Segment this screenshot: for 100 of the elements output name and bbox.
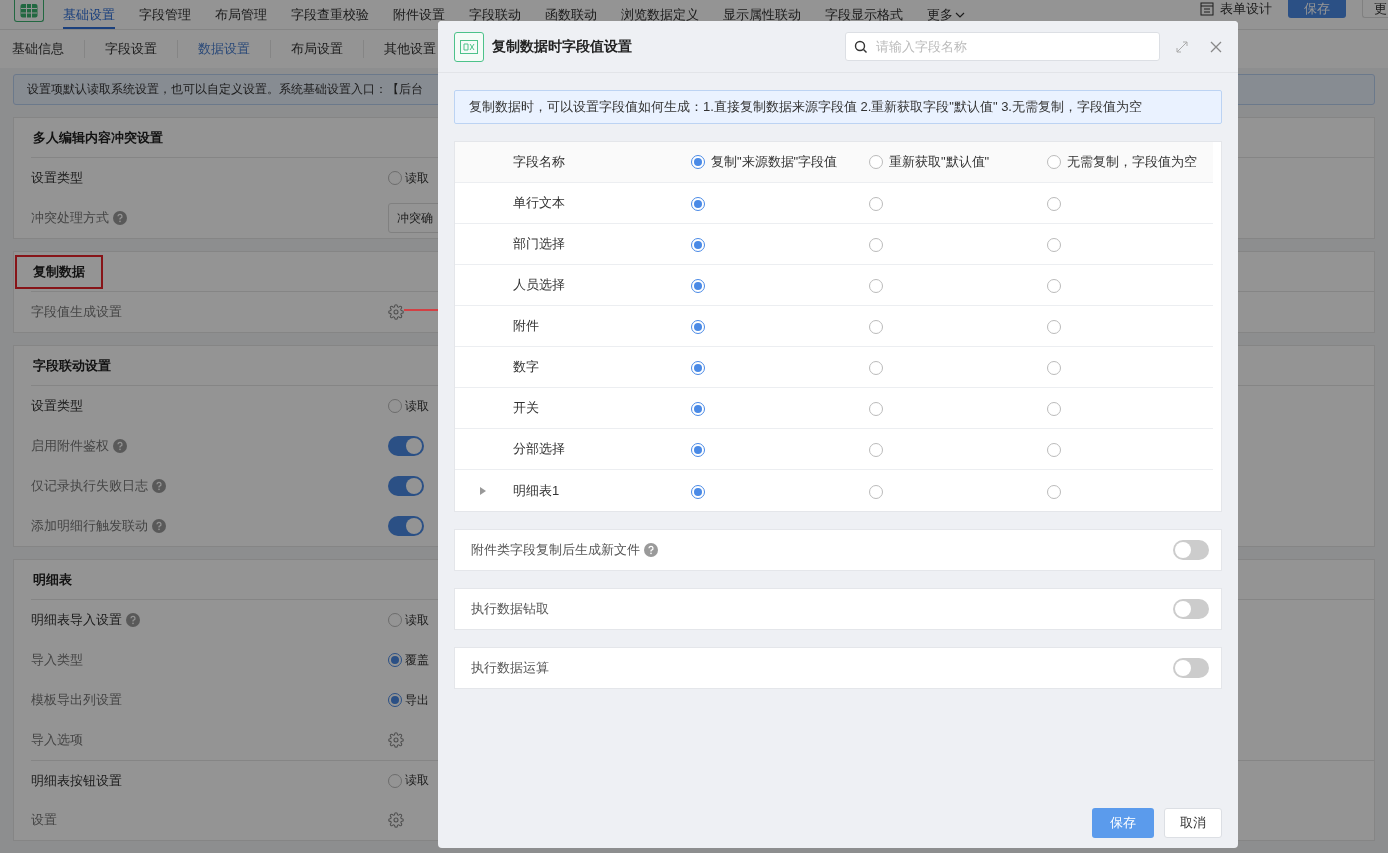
radio-button[interactable] [691, 443, 705, 457]
radio-button[interactable] [1047, 197, 1061, 211]
radio-button[interactable] [388, 693, 402, 707]
form-icon [1200, 2, 1214, 16]
radio-label: 读取 [405, 772, 429, 789]
radio-button[interactable] [869, 361, 883, 375]
chevron-down-icon [955, 11, 965, 19]
toggle-switch[interactable] [388, 476, 424, 496]
setting-label: 明细表导入设置 [31, 611, 122, 629]
search-field[interactable]: 请输入字段名称 [874, 35, 1151, 58]
setting-label: 设置 [31, 811, 57, 829]
radio-button[interactable] [388, 613, 402, 627]
radio-button[interactable] [388, 653, 402, 667]
radio-button[interactable] [1047, 320, 1061, 334]
radio-label: 覆盖 [405, 651, 429, 669]
dialog-title: 复制数据时字段值设置 [492, 37, 632, 56]
toggle-switch[interactable] [388, 436, 424, 456]
radio-label: 读取 [405, 169, 429, 187]
option-label: 复制"来源数据"字段值 [711, 153, 838, 171]
sub-tab[interactable]: 基础信息 [12, 40, 84, 58]
nav-tab[interactable]: 附件设置 [393, 6, 445, 29]
radio-button[interactable] [691, 320, 705, 334]
radio-button[interactable] [869, 155, 883, 169]
settings-icon[interactable] [388, 304, 404, 320]
radio-button[interactable] [1047, 155, 1061, 169]
help-icon [126, 613, 140, 627]
radio-button[interactable] [388, 399, 402, 413]
toggle-switch[interactable] [1173, 540, 1209, 560]
settings-icon[interactable] [388, 732, 404, 748]
setting-label: 执行数据运算 [471, 659, 549, 677]
field-name: 数字 [513, 358, 539, 376]
radio-button[interactable] [388, 171, 402, 185]
radio-button[interactable] [869, 443, 883, 457]
more-button[interactable]: 更 [1362, 0, 1388, 18]
radio-button[interactable] [1047, 484, 1061, 499]
toggle-switch[interactable] [1173, 599, 1209, 619]
setting-label: 设置类型 [31, 397, 83, 415]
radio-button[interactable] [388, 773, 402, 788]
radio-label: 导出 [405, 691, 429, 709]
toggle-switch[interactable] [388, 516, 424, 536]
sub-tab[interactable]: 数据设置 [177, 40, 270, 58]
help-icon [113, 211, 127, 225]
nav-tab[interactable]: 字段查重校验 [291, 6, 369, 29]
help-icon [152, 519, 166, 533]
form-design-link[interactable]: 表单设计 [1220, 0, 1272, 18]
setting-label: 启用附件鉴权 [31, 437, 109, 455]
field-name: 人员选择 [513, 276, 565, 294]
field-name: 开关 [513, 399, 539, 417]
expand-caret-icon[interactable] [480, 486, 486, 495]
nav-tab[interactable]: 布局管理 [215, 6, 267, 29]
radio-button[interactable] [869, 279, 883, 293]
search-box[interactable]: 请输入字段名称 [845, 32, 1160, 61]
radio-button[interactable] [1047, 402, 1061, 416]
radio-button[interactable] [869, 238, 883, 252]
setting-label: 明细表按钮设置 [31, 771, 122, 790]
radio-button[interactable] [691, 361, 705, 375]
close-icon[interactable] [1210, 40, 1222, 53]
toggle-switch[interactable] [1173, 658, 1209, 678]
radio-button[interactable] [691, 402, 705, 416]
setting-label: 导入选项 [31, 731, 83, 749]
radio-button[interactable] [691, 238, 705, 252]
nav-tab[interactable]: 更多 [927, 6, 965, 29]
field-name: 单行文本 [513, 194, 565, 212]
setting-label: 字段值生成设置 [31, 303, 122, 321]
radio-button[interactable] [1047, 279, 1061, 293]
info-banner: 复制数据时，可以设置字段值如何生成：1.直接复制数据来源字段值 2.重新获取字段"默认值" 3.无需复制，字段值为空 [454, 90, 1222, 124]
radio-button[interactable] [1047, 443, 1061, 457]
settings-icon[interactable] [388, 812, 404, 828]
table-icon [454, 31, 484, 62]
radio-button[interactable] [1047, 238, 1061, 252]
setting-label: 模板导出列设置 [31, 691, 122, 709]
radio-button[interactable] [691, 197, 705, 211]
field-name: 明细表1 [513, 481, 560, 500]
field-name: 分部选择 [513, 440, 565, 458]
radio-button[interactable] [691, 484, 705, 499]
section-title: 复制数据 [15, 254, 103, 289]
radio-button[interactable] [869, 197, 883, 211]
field-name: 附件 [513, 317, 539, 335]
setting-label: 添加明细行触发联动 [31, 517, 148, 535]
search-icon [854, 39, 868, 54]
sub-tab[interactable]: 字段设置 [84, 40, 177, 58]
radio-button[interactable] [869, 320, 883, 334]
help-icon [152, 479, 166, 493]
field-name: 部门选择 [513, 235, 565, 253]
radio-button[interactable] [869, 402, 883, 416]
radio-button[interactable] [691, 279, 705, 293]
help-icon [644, 543, 658, 557]
radio-button[interactable] [869, 484, 883, 499]
setting-label: 执行数据钻取 [471, 600, 549, 618]
help-icon [113, 439, 127, 453]
section-title: 明细表 [32, 570, 73, 589]
option-label: 重新获取"默认值" [889, 153, 990, 171]
radio-button[interactable] [1047, 361, 1061, 375]
radio-button[interactable] [691, 155, 705, 169]
cancel-button[interactable]: 取消 [1164, 808, 1222, 838]
setting-label: 附件类字段复制后生成新文件 [471, 541, 640, 559]
sub-tab[interactable]: 布局设置 [270, 40, 363, 58]
nav-tab[interactable]: 字段管理 [139, 6, 191, 29]
expand-icon[interactable] [1176, 40, 1188, 53]
section-title: 字段联动设置 [32, 356, 112, 375]
